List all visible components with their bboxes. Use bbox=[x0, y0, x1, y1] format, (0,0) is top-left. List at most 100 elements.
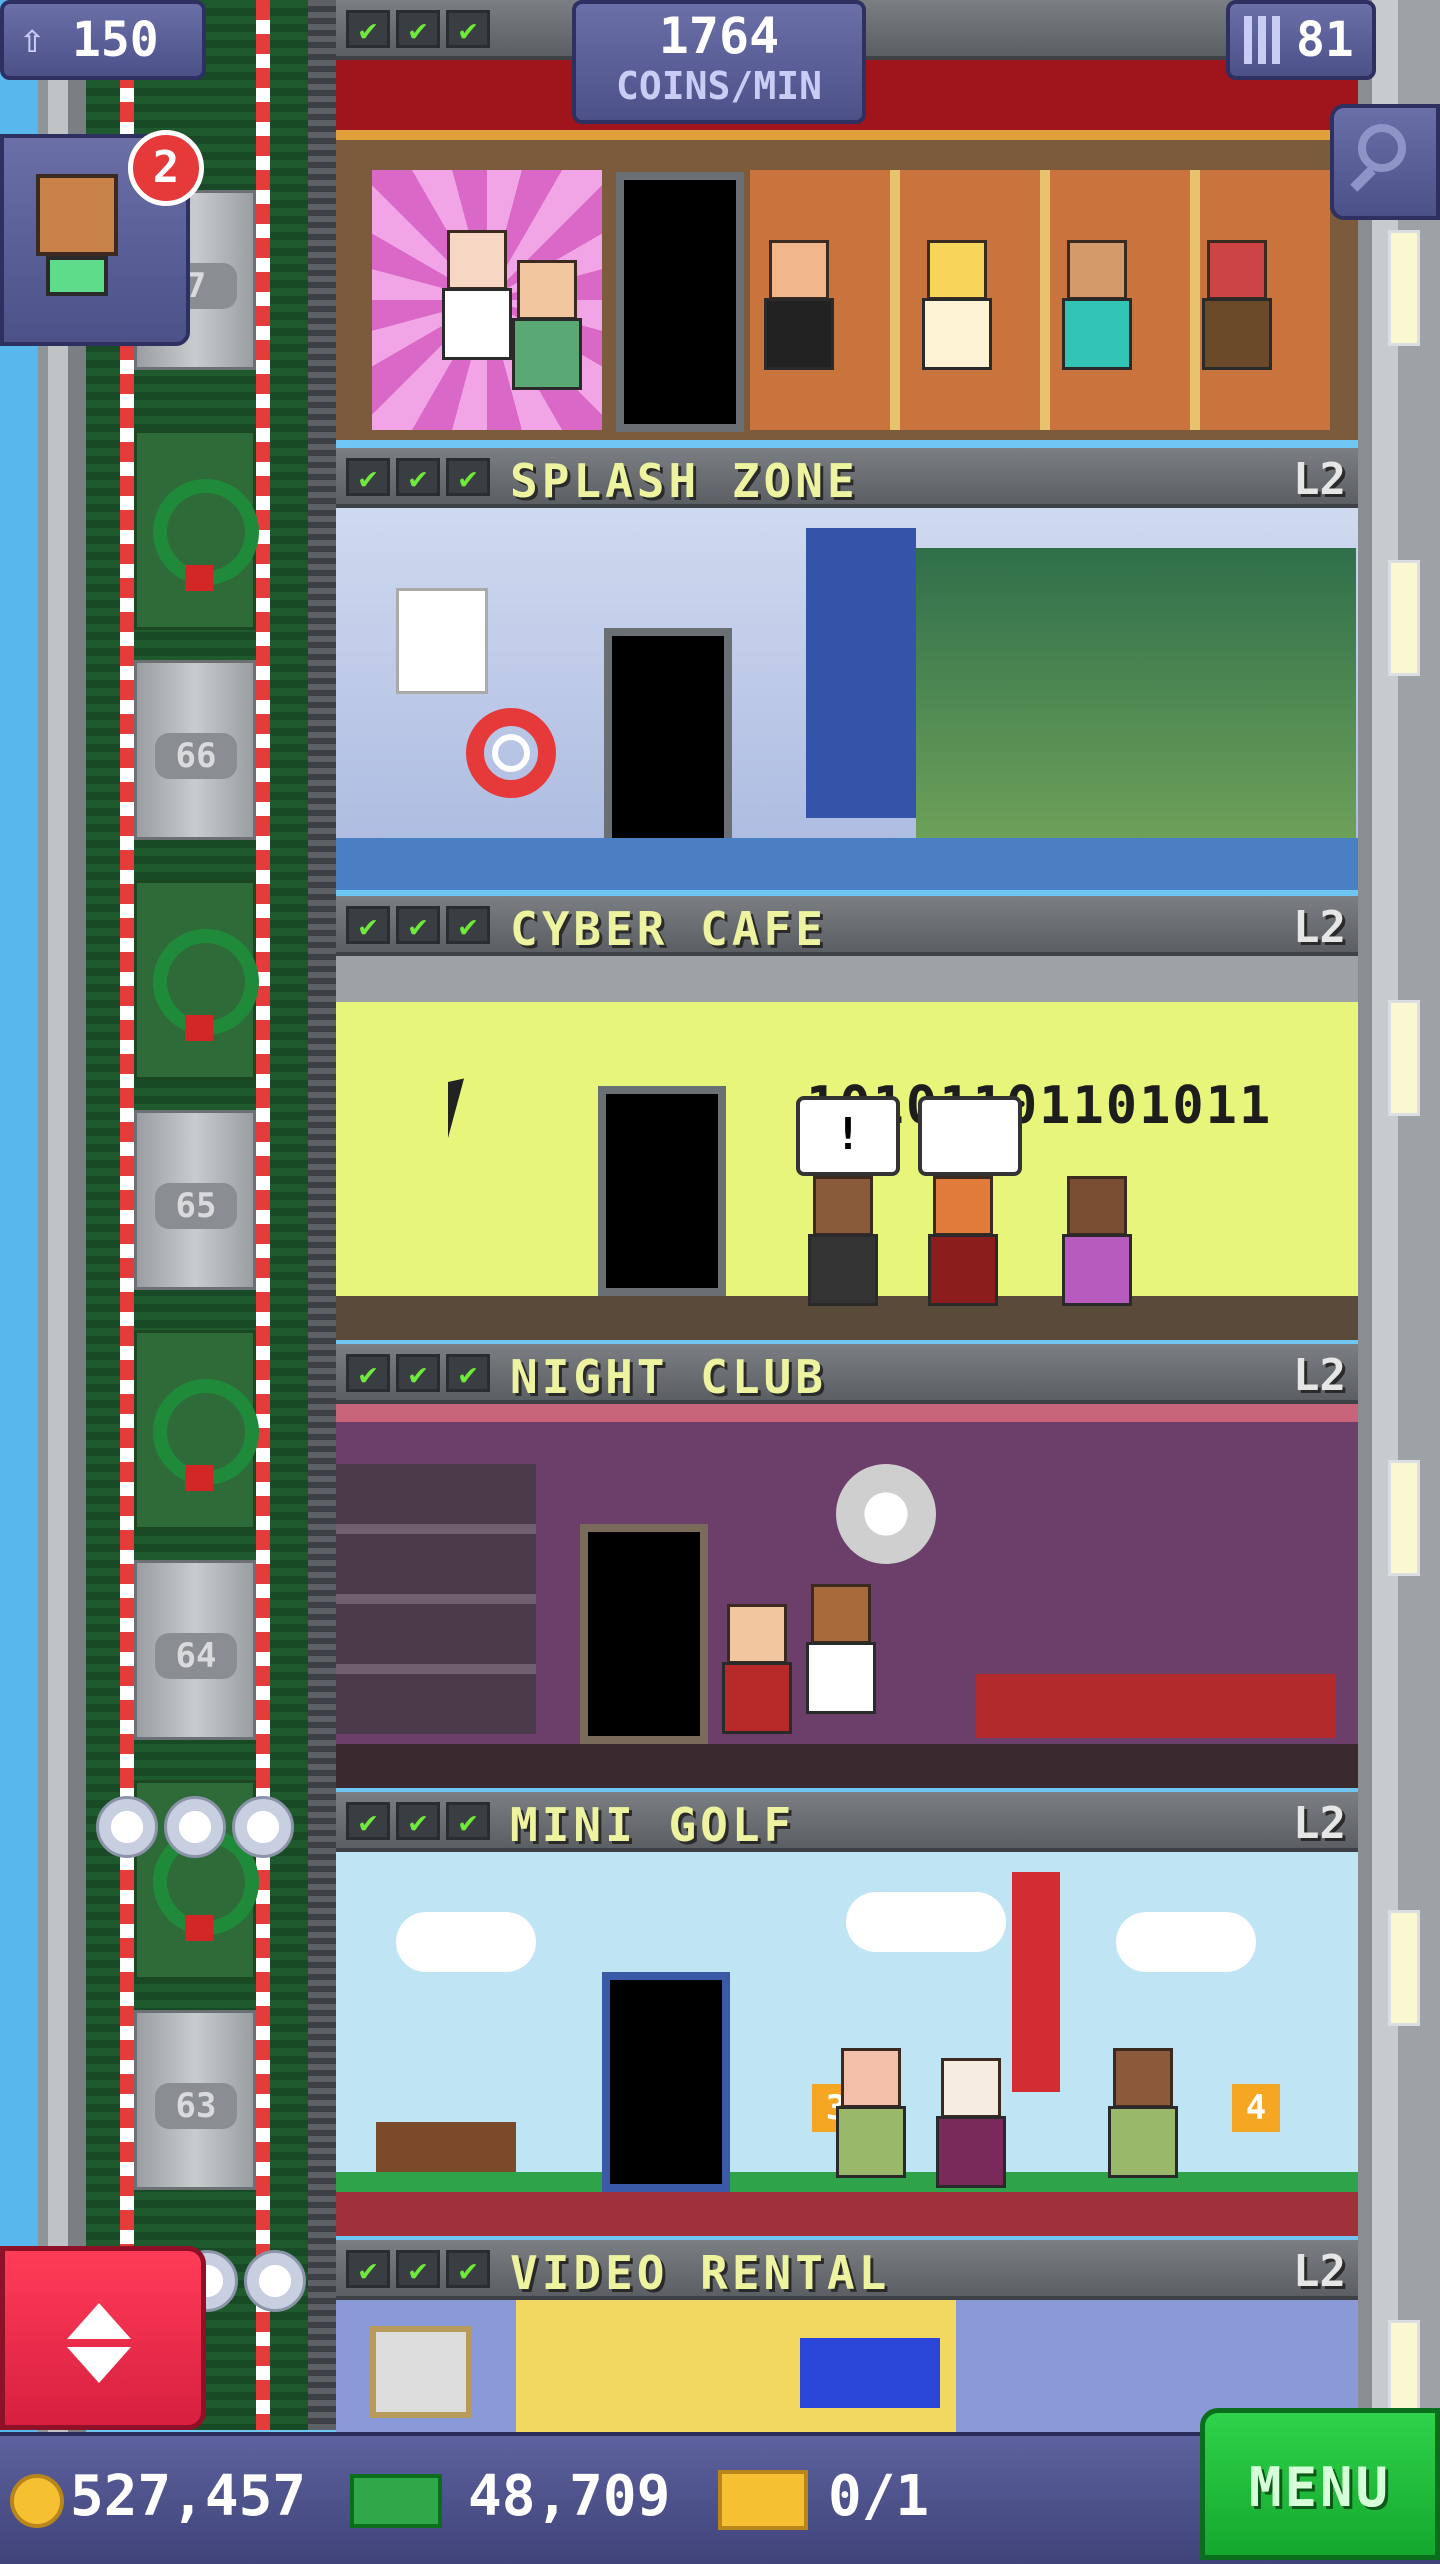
star-icon bbox=[164, 1796, 226, 1858]
check-icon: ✔ bbox=[446, 1802, 490, 1840]
room-door bbox=[598, 1086, 726, 1296]
floor-header: ✔ ✔ ✔ VIDEO RENTAL L2 bbox=[336, 2240, 1358, 2300]
wall-window bbox=[1388, 230, 1420, 346]
bitizen-character[interactable] bbox=[1062, 240, 1132, 370]
check-icon: ✔ bbox=[446, 2250, 490, 2288]
check-icon: ✔ bbox=[446, 1354, 490, 1392]
wall-window bbox=[1388, 1000, 1420, 1116]
wall-window bbox=[1388, 1910, 1420, 2026]
bitizen-character[interactable] bbox=[806, 1584, 876, 1714]
room-door bbox=[616, 172, 744, 432]
coin-icon bbox=[10, 2474, 64, 2528]
floor-level: L2 bbox=[1293, 1798, 1346, 1849]
bitizen-character[interactable] bbox=[808, 1176, 878, 1306]
bitizen-character[interactable] bbox=[836, 2048, 906, 2178]
floor-night-club[interactable]: ✔ ✔ ✔ NIGHT CLUB L2 bbox=[336, 1344, 1358, 1792]
elevator-up-down-button[interactable] bbox=[0, 2246, 206, 2430]
bitizen-character[interactable] bbox=[922, 240, 992, 370]
floor-checks: ✔ ✔ ✔ bbox=[346, 458, 490, 496]
coins-per-min-label: COINS/MIN bbox=[616, 64, 822, 108]
menu-button[interactable]: MENU bbox=[1200, 2408, 1440, 2560]
bar-shelves bbox=[336, 1464, 536, 1734]
hole-sign: 4 bbox=[1232, 2084, 1280, 2132]
bitizen-head bbox=[727, 1604, 787, 1664]
room-splash-zone[interactable] bbox=[336, 508, 1358, 890]
floor-name: NIGHT CLUB bbox=[510, 1350, 827, 1404]
windmill-tower bbox=[1012, 1872, 1060, 2092]
bitizen-character[interactable] bbox=[764, 240, 834, 370]
room-door bbox=[580, 1524, 708, 1744]
population-counter[interactable]: ⇧ 150 bbox=[0, 0, 206, 80]
floor-count[interactable]: 81 bbox=[1226, 0, 1376, 80]
check-icon: ✔ bbox=[346, 458, 390, 496]
bitizen-body bbox=[722, 1662, 792, 1734]
bitizen-body bbox=[928, 1234, 998, 1306]
floor-splash-zone[interactable]: ✔ ✔ ✔ SPLASH ZONE L2 bbox=[336, 448, 1358, 894]
coins-value: 527,457 bbox=[70, 2464, 307, 2529]
bitizen-head bbox=[1067, 240, 1127, 300]
check-icon: ✔ bbox=[396, 2250, 440, 2288]
floor-cyber-cafe[interactable]: ✔ ✔ ✔ CYBER CAFE L2 10101101101011 ! bbox=[336, 896, 1358, 1344]
room-cyber-cafe[interactable]: 10101101101011 ! bbox=[336, 956, 1358, 1340]
elevator-floor-cell[interactable]: 66 bbox=[134, 660, 256, 840]
floor-checks: ✔ ✔ ✔ bbox=[346, 2250, 490, 2288]
building-left-wall bbox=[38, 0, 86, 2480]
room-night-club[interactable] bbox=[336, 1404, 1358, 1788]
bitizen-character[interactable] bbox=[1202, 240, 1272, 370]
bitizen-body bbox=[1202, 298, 1272, 370]
bitizen-character[interactable] bbox=[442, 230, 512, 360]
floor-level: L2 bbox=[1293, 454, 1346, 505]
notification-badge: 2 bbox=[128, 130, 204, 206]
bitizen-character[interactable] bbox=[936, 2058, 1006, 2188]
bow-icon bbox=[185, 1015, 213, 1041]
check-icon: ✔ bbox=[396, 458, 440, 496]
bitizen-body bbox=[936, 2116, 1006, 2188]
bitizen-head bbox=[1207, 240, 1267, 300]
star-icon bbox=[96, 1796, 158, 1858]
floor-header: ✔ ✔ ✔ CYBER CAFE L2 bbox=[336, 896, 1358, 956]
elevator-floor-cell[interactable]: 63 bbox=[134, 2010, 256, 2190]
bitizen-character[interactable] bbox=[1108, 2048, 1178, 2178]
floor-checks: ✔ ✔ ✔ bbox=[346, 1802, 490, 1840]
pool-water bbox=[336, 838, 1358, 890]
bitizen-head bbox=[517, 260, 577, 320]
check-icon: ✔ bbox=[446, 906, 490, 944]
candy-cane-trim-right bbox=[256, 0, 270, 2430]
visitor-notification[interactable]: 2 bbox=[0, 130, 204, 346]
shaft-rail bbox=[308, 0, 336, 2430]
bitizen-body bbox=[1062, 1234, 1132, 1306]
bitizen-body bbox=[922, 298, 992, 370]
star-icon bbox=[232, 1796, 294, 1858]
bitizen-body bbox=[442, 288, 512, 360]
bitizen-character[interactable] bbox=[928, 1176, 998, 1306]
elevator-floor-cell[interactable]: 64 bbox=[134, 1560, 256, 1740]
floor-name: CYBER CAFE bbox=[510, 902, 827, 956]
building-icon bbox=[1244, 16, 1284, 64]
star-icon bbox=[244, 2250, 306, 2312]
bitizen-character[interactable] bbox=[722, 1604, 792, 1734]
floor-mini-golf[interactable]: ✔ ✔ ✔ MINI GOLF L2 3 4 bbox=[336, 1792, 1358, 2240]
floor-video-rental[interactable]: ✔ ✔ ✔ VIDEO RENTAL L2 bbox=[336, 2240, 1358, 2440]
building-right-wall bbox=[1358, 0, 1440, 2440]
wreath-cell bbox=[134, 1330, 259, 1530]
zoom-button[interactable] bbox=[1330, 104, 1440, 220]
candy-cane-trim-left bbox=[120, 0, 134, 2430]
bux-icon bbox=[350, 2474, 442, 2528]
elevator-floor-number: 64 bbox=[155, 1633, 237, 1679]
bux-value: 48,709 bbox=[468, 2464, 671, 2529]
elevator-floor-cell[interactable]: 65 bbox=[134, 1110, 256, 1290]
room-mini-golf[interactable]: 3 4 bbox=[336, 1852, 1358, 2236]
wreath-cell bbox=[134, 880, 259, 1080]
bow-icon bbox=[185, 565, 213, 591]
elevator-stars bbox=[96, 1796, 294, 1858]
visitor-avatar-body bbox=[46, 256, 108, 296]
floor-name: MINI GOLF bbox=[510, 1798, 796, 1852]
bitizen-character[interactable] bbox=[1062, 1176, 1132, 1306]
bitizen-body bbox=[1108, 2106, 1178, 2178]
lounge-couch bbox=[976, 1674, 1336, 1738]
floor-level: L2 bbox=[1293, 1350, 1346, 1401]
bitizen-character[interactable] bbox=[512, 260, 582, 390]
coins-per-min-panel[interactable]: 1764 COINS/MIN bbox=[572, 0, 866, 124]
speech-bubble: ! bbox=[796, 1096, 900, 1176]
cloud-decoration bbox=[396, 1912, 536, 1972]
